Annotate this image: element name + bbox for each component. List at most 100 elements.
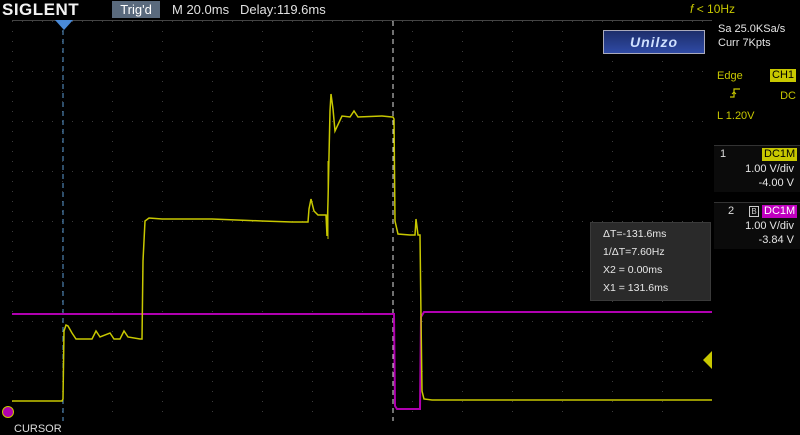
grid-dot — [442, 221, 443, 222]
trigger-position-marker[interactable] — [55, 20, 73, 30]
grid-dot — [632, 371, 633, 372]
grid-dot — [542, 371, 543, 372]
grid-dot — [562, 381, 563, 382]
timebase-readout[interactable]: M 20.0ms — [172, 0, 229, 19]
grid-dot — [12, 391, 13, 392]
grid-dot — [312, 231, 313, 232]
grid-dot — [112, 391, 113, 392]
grid-dot — [342, 271, 343, 272]
grid-dot — [162, 91, 163, 92]
grid-dot — [412, 181, 413, 182]
grid-dot — [652, 371, 653, 372]
grid-dot — [312, 381, 313, 382]
grid-dot — [12, 281, 13, 282]
grid-dot — [212, 41, 213, 42]
grid — [12, 21, 703, 412]
grid-dot — [412, 351, 413, 352]
delay-readout[interactable]: Delay:119.6ms — [240, 0, 326, 19]
grid-dot — [612, 411, 613, 412]
grid-dot — [362, 41, 363, 42]
grid-dot — [162, 411, 163, 412]
grid-dot — [562, 141, 563, 142]
grid-dot — [612, 391, 613, 392]
grid-dot — [212, 21, 213, 22]
channel-1-panel[interactable]: 1 DC1M 1.00 V/div -4.00 V — [714, 145, 800, 192]
grid-dot — [262, 411, 263, 412]
grid-dot — [122, 171, 123, 172]
grid-dot — [592, 171, 593, 172]
grid-dot — [622, 371, 623, 372]
trigger-type: Edge — [717, 70, 743, 82]
grid-dot — [372, 121, 373, 122]
grid-dot — [212, 331, 213, 332]
trigger-level-marker[interactable] — [703, 351, 712, 369]
grid-dot — [472, 221, 473, 222]
grid-dot — [342, 321, 343, 322]
grid-dot — [12, 101, 13, 102]
grid-dot — [512, 31, 513, 32]
grid-dot — [12, 191, 13, 192]
grid-dot — [562, 151, 563, 152]
grid-dot — [462, 111, 463, 112]
grid-dot — [562, 291, 563, 292]
grid-dot — [182, 221, 183, 222]
grid-dot — [212, 61, 213, 62]
grid-dot — [342, 71, 343, 72]
grid-dot — [262, 311, 263, 312]
grid-dot — [412, 341, 413, 342]
grid-dot — [232, 121, 233, 122]
grid-dot — [472, 271, 473, 272]
grid-dot — [132, 271, 133, 272]
grid-dot — [512, 141, 513, 142]
grid-dot — [162, 331, 163, 332]
trigger-status-badge[interactable]: Trig'd — [112, 1, 160, 18]
waveform-display[interactable] — [2, 20, 712, 421]
grid-dot — [512, 61, 513, 62]
grid-dot — [512, 21, 513, 22]
grid-dot — [52, 271, 53, 272]
grid-dot — [532, 371, 533, 372]
grid-dot — [312, 401, 313, 402]
grid-dot — [322, 171, 323, 172]
grid-dot — [112, 331, 113, 332]
grid-dot — [512, 261, 513, 262]
grid-dot — [262, 151, 263, 152]
grid-dot — [362, 191, 363, 192]
grid-dot — [212, 51, 213, 52]
grid-dot — [162, 321, 163, 322]
grid-dot — [562, 171, 563, 172]
grid-dot — [452, 121, 453, 122]
grid-dot — [662, 351, 663, 352]
grid-dot — [242, 71, 243, 72]
grid-dot — [362, 221, 363, 222]
channel-2-scale: 1.00 V/div — [745, 220, 794, 232]
grid-dot — [92, 371, 93, 372]
grid-dot — [402, 121, 403, 122]
grid-dot — [612, 331, 613, 332]
grid-dot — [112, 171, 113, 172]
grid-dot — [662, 361, 663, 362]
grid-dot — [532, 221, 533, 222]
channel-2-panel[interactable]: 2 B DC1M 1.00 V/div -3.84 V — [714, 202, 800, 249]
grid-dot — [262, 201, 263, 202]
channel-1-number: 1 — [720, 148, 727, 160]
grid-dot — [562, 411, 563, 412]
grid-dot — [702, 321, 703, 322]
channel-2-ground-marker[interactable] — [2, 406, 14, 418]
grid-dot — [612, 81, 613, 82]
grid-dot — [112, 281, 113, 282]
grid-dot — [92, 221, 93, 222]
grid-dot — [322, 21, 323, 22]
grid-dot — [212, 101, 213, 102]
trigger-panel[interactable]: Edge CH1 DC L 1.20V — [714, 68, 800, 126]
grid-dot — [672, 371, 673, 372]
grid-dot — [512, 241, 513, 242]
grid-dot — [32, 71, 33, 72]
grid-dot — [382, 221, 383, 222]
grid-dot — [462, 101, 463, 102]
grid-dot — [462, 121, 463, 122]
grid-dot — [412, 411, 413, 412]
grid-dot — [232, 221, 233, 222]
grid-dot — [542, 71, 543, 72]
grid-dot — [362, 151, 363, 152]
